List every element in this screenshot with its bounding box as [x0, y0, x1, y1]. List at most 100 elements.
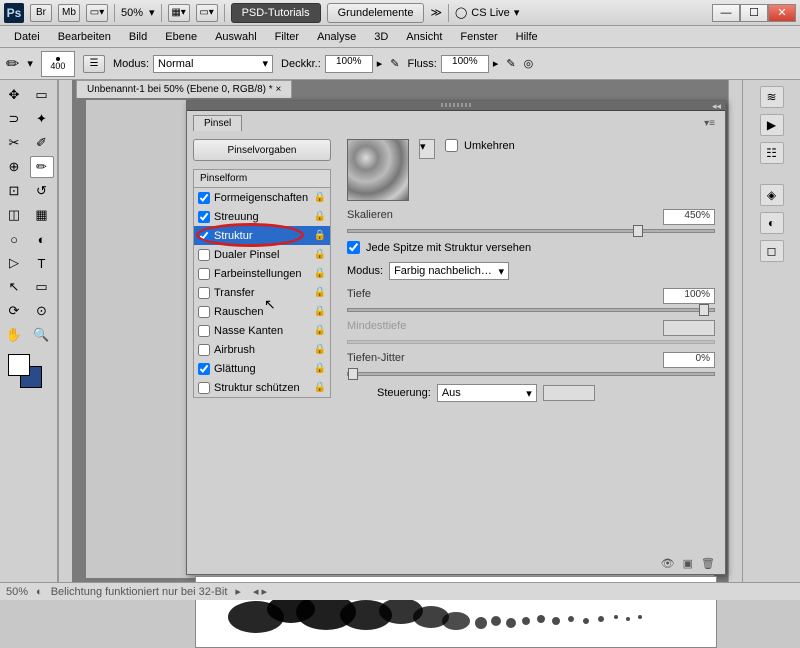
3d-camera-tool[interactable]: ⊙	[30, 300, 54, 322]
workspace-tab-grund[interactable]: Grundelemente	[327, 3, 425, 23]
brush-setting-checkbox[interactable]	[198, 382, 210, 394]
lock-icon[interactable]: 🔒	[314, 382, 326, 393]
status-zoom[interactable]: 50%	[6, 586, 28, 598]
lock-icon[interactable]: 🔒	[314, 211, 326, 222]
menu-hilfe[interactable]: Hilfe	[508, 29, 546, 45]
maximize-button[interactable]: ☐	[740, 4, 768, 22]
pen-tool[interactable]: ▷	[2, 252, 26, 274]
lock-icon[interactable]: 🔒	[314, 230, 326, 241]
toggle-preview-icon[interactable]: 👁	[661, 557, 675, 570]
lock-icon[interactable]: 🔒	[314, 249, 326, 260]
panel-collapse-icon[interactable]: ◂◂	[712, 101, 721, 112]
brush-setting-checkbox[interactable]	[198, 268, 210, 280]
control-select[interactable]: Aus▾	[437, 384, 537, 402]
each-tip-checkbox[interactable]	[347, 241, 360, 254]
menu-bild[interactable]: Bild	[121, 29, 155, 45]
brush-setting-struktur[interactable]: Struktur🔒	[194, 226, 330, 245]
lock-icon[interactable]: 🔒	[314, 268, 326, 279]
brush-setting-checkbox[interactable]	[198, 325, 210, 337]
lock-icon[interactable]: 🔒	[314, 287, 326, 298]
blur-tool[interactable]: ○	[2, 228, 26, 250]
tablet-size-icon[interactable]: ◎	[524, 57, 534, 70]
channels-panel-icon[interactable]: ◐	[760, 212, 784, 234]
brush-setting-airbrush[interactable]: Airbrush🔒	[194, 340, 330, 359]
layers-panel-icon[interactable]: ◈	[760, 184, 784, 206]
menu-3d[interactable]: 3D	[366, 29, 396, 45]
brush-setting-farbeinstellungen[interactable]: Farbeinstellungen🔒	[194, 264, 330, 283]
3d-tool[interactable]: ⟳	[2, 300, 26, 322]
brush-panel-toggle[interactable]: ☰	[83, 55, 105, 73]
brush-setting-checkbox[interactable]	[198, 249, 210, 261]
lock-icon[interactable]: 🔒	[314, 363, 326, 374]
stamp-tool[interactable]: ⊡	[2, 180, 26, 202]
menu-analyse[interactable]: Analyse	[309, 29, 364, 45]
depth-value[interactable]: 100%	[663, 288, 715, 304]
zoom-level[interactable]: 50%	[121, 7, 143, 19]
brush-setting-checkbox[interactable]	[198, 287, 210, 299]
scale-value[interactable]: 450%	[663, 209, 715, 225]
scale-slider[interactable]	[347, 229, 715, 233]
path-tool[interactable]: ↖	[2, 276, 26, 298]
brush-preset-picker[interactable]: 400	[41, 51, 75, 77]
properties-panel-icon[interactable]: ☷	[760, 142, 784, 164]
trash-icon[interactable]: 🗑	[701, 557, 715, 570]
minibridge-button[interactable]: Mb	[58, 4, 80, 22]
texture-mode-select[interactable]: Farbig nachbelich…▾	[389, 262, 509, 280]
close-button[interactable]: ✕	[768, 4, 796, 22]
arrange-button[interactable]: ▦▾	[168, 4, 190, 22]
brush-setting-struktur-schützen[interactable]: Struktur schützen🔒	[194, 378, 330, 397]
heal-tool[interactable]: ⊕	[2, 156, 26, 178]
menu-auswahl[interactable]: Auswahl	[207, 29, 265, 45]
menu-datei[interactable]: Datei	[6, 29, 48, 45]
brush-setting-checkbox[interactable]	[198, 230, 210, 242]
brush-tool[interactable]: ✏	[30, 156, 54, 178]
paths-panel-icon[interactable]: ◻	[760, 240, 784, 262]
document-tab[interactable]: Unbenannt-1 bei 50% (Ebene 0, RGB/8) * ×	[76, 80, 292, 98]
brush-setting-glättung[interactable]: Glättung🔒	[194, 359, 330, 378]
panel-menu-icon[interactable]: ▾≡	[700, 116, 719, 131]
color-swatches[interactable]	[8, 354, 48, 394]
eraser-tool[interactable]: ◫	[2, 204, 26, 226]
lock-icon[interactable]: 🔒	[314, 306, 326, 317]
eyedropper-tool[interactable]: ✐	[30, 132, 54, 154]
bridge-button[interactable]: Br	[30, 4, 52, 22]
workspace-tab-psd[interactable]: PSD-Tutorials	[231, 3, 321, 23]
screen-button[interactable]: ▭▾	[196, 4, 218, 22]
airbrush-icon[interactable]: ✎	[506, 57, 515, 70]
brush-setting-formeigenschaften[interactable]: Formeigenschaften🔒	[194, 188, 330, 207]
foreground-color[interactable]	[8, 354, 30, 376]
depth-slider[interactable]	[347, 308, 715, 312]
flow-input[interactable]: 100%	[441, 55, 489, 73]
invert-checkbox[interactable]	[445, 139, 458, 152]
left-shelf[interactable]	[58, 80, 72, 582]
lock-icon[interactable]: 🔒	[314, 192, 326, 203]
zoom-tool[interactable]: 🔍	[30, 324, 54, 346]
gradient-tool[interactable]: ▦	[30, 204, 54, 226]
brush-setting-checkbox[interactable]	[198, 211, 210, 223]
brush-tab[interactable]: Pinsel	[193, 115, 242, 131]
menu-bearbeiten[interactable]: Bearbeiten	[50, 29, 119, 45]
list-header[interactable]: Pinselform	[194, 170, 330, 188]
jitter-slider[interactable]	[347, 372, 715, 376]
menu-fenster[interactable]: Fenster	[452, 29, 505, 45]
new-brush-icon[interactable]: ▣	[683, 557, 693, 570]
mode-select[interactable]: Normal▾	[153, 55, 273, 73]
menu-ansicht[interactable]: Ansicht	[398, 29, 450, 45]
brush-setting-rauschen[interactable]: Rauschen🔒	[194, 302, 330, 321]
move-tool[interactable]: ✥	[2, 84, 26, 106]
right-shelf[interactable]	[728, 80, 742, 582]
history-brush-tool[interactable]: ↺	[30, 180, 54, 202]
hand-tool[interactable]: ✋	[2, 324, 26, 346]
wand-tool[interactable]: ✦	[30, 108, 54, 130]
brush-setting-checkbox[interactable]	[198, 306, 210, 318]
brush-presets-button[interactable]: Pinselvorgaben	[193, 139, 331, 161]
brush-setting-checkbox[interactable]	[198, 344, 210, 356]
lock-icon[interactable]: 🔒	[314, 344, 326, 355]
shape-tool[interactable]: ▭	[30, 276, 54, 298]
screen-mode-button[interactable]: ▭▾	[86, 4, 108, 22]
dodge-tool[interactable]: ◐	[30, 228, 54, 250]
brush-setting-streuung[interactable]: Streuung🔒	[194, 207, 330, 226]
history-panel-icon[interactable]: ≋	[760, 86, 784, 108]
texture-picker-button[interactable]: ▾	[419, 139, 435, 159]
type-tool[interactable]: T	[30, 252, 54, 274]
